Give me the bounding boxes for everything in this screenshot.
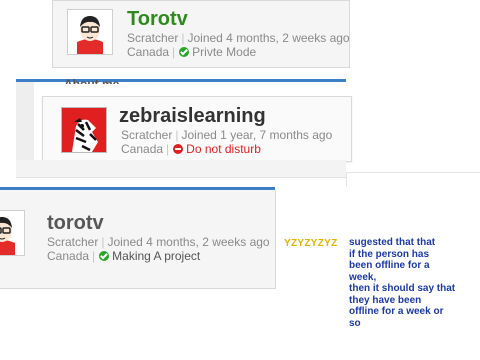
profile-card-zebraislearning: zebraislearning Scratcher | Joined 1 year,… xyxy=(42,96,352,162)
username[interactable]: Torotv xyxy=(127,8,188,31)
note-line: week, xyxy=(349,271,377,283)
user-status: Do not disturb xyxy=(186,142,261,156)
user-location-line: Canada | Making A project xyxy=(47,249,201,263)
note-line: if the person has xyxy=(349,248,430,260)
note-line: then it should say that xyxy=(349,283,456,294)
note-line: offline for a week or xyxy=(349,306,444,317)
user-meta-line: Scratcher | Joined 4 months, 2 weeks ago xyxy=(127,31,350,45)
note-line: so xyxy=(349,317,361,329)
user-location: Canada xyxy=(121,142,164,156)
user-status: Making A project xyxy=(112,249,201,263)
about-me-heading: About me xyxy=(64,78,119,84)
avatar[interactable] xyxy=(61,107,107,153)
suggestion-note: sugested that that if the person has bee… xyxy=(349,237,477,329)
username[interactable]: torotv xyxy=(47,212,104,235)
user-location-line: Canada | Privte Mode xyxy=(127,45,257,59)
join-date: Joined 1 year, 7 months ago xyxy=(181,128,333,142)
username[interactable]: zebraislearning xyxy=(119,105,266,128)
yzyz-tag: YZYZYZYZ xyxy=(284,238,338,249)
user-role: Scratcher xyxy=(47,235,99,249)
card-backdrop xyxy=(16,160,346,178)
user-status: Privte Mode xyxy=(192,45,257,59)
cartoon-boy-avatar-icon xyxy=(0,217,15,255)
avatar[interactable] xyxy=(67,9,113,55)
join-date: Joined 4 months, 2 weeks ago xyxy=(187,31,350,45)
cartoon-boy-avatar-icon xyxy=(77,16,103,54)
note-line: been offline for a xyxy=(349,260,430,271)
user-role: Scratcher xyxy=(127,31,179,45)
zebra-avatar-icon xyxy=(62,108,106,152)
user-location-line: Canada | Do not disturb xyxy=(121,142,261,156)
profile-card-torotv-bottom: torotv Scratcher | Joined 4 months, 2 week… xyxy=(0,190,276,289)
check-status-icon xyxy=(179,47,190,57)
user-location: Canada xyxy=(127,45,170,59)
note-line: they have been xyxy=(349,294,422,306)
note-line: sugested that that xyxy=(349,237,436,248)
user-role: Scratcher xyxy=(121,128,173,142)
check-status-icon xyxy=(99,251,110,261)
user-location: Canada xyxy=(47,249,90,263)
panel-edge xyxy=(346,172,480,187)
user-meta-line: Scratcher | Joined 1 year, 7 months ago xyxy=(121,128,333,142)
avatar[interactable] xyxy=(0,210,25,256)
profile-card-torotv: Torotv Scratcher | Joined 4 months, 2 week… xyxy=(52,0,350,68)
no-entry-status-icon xyxy=(173,144,184,154)
join-date: Joined 4 months, 2 weeks ago xyxy=(107,235,270,249)
user-meta-line: Scratcher | Joined 4 months, 2 weeks ago xyxy=(47,235,270,249)
